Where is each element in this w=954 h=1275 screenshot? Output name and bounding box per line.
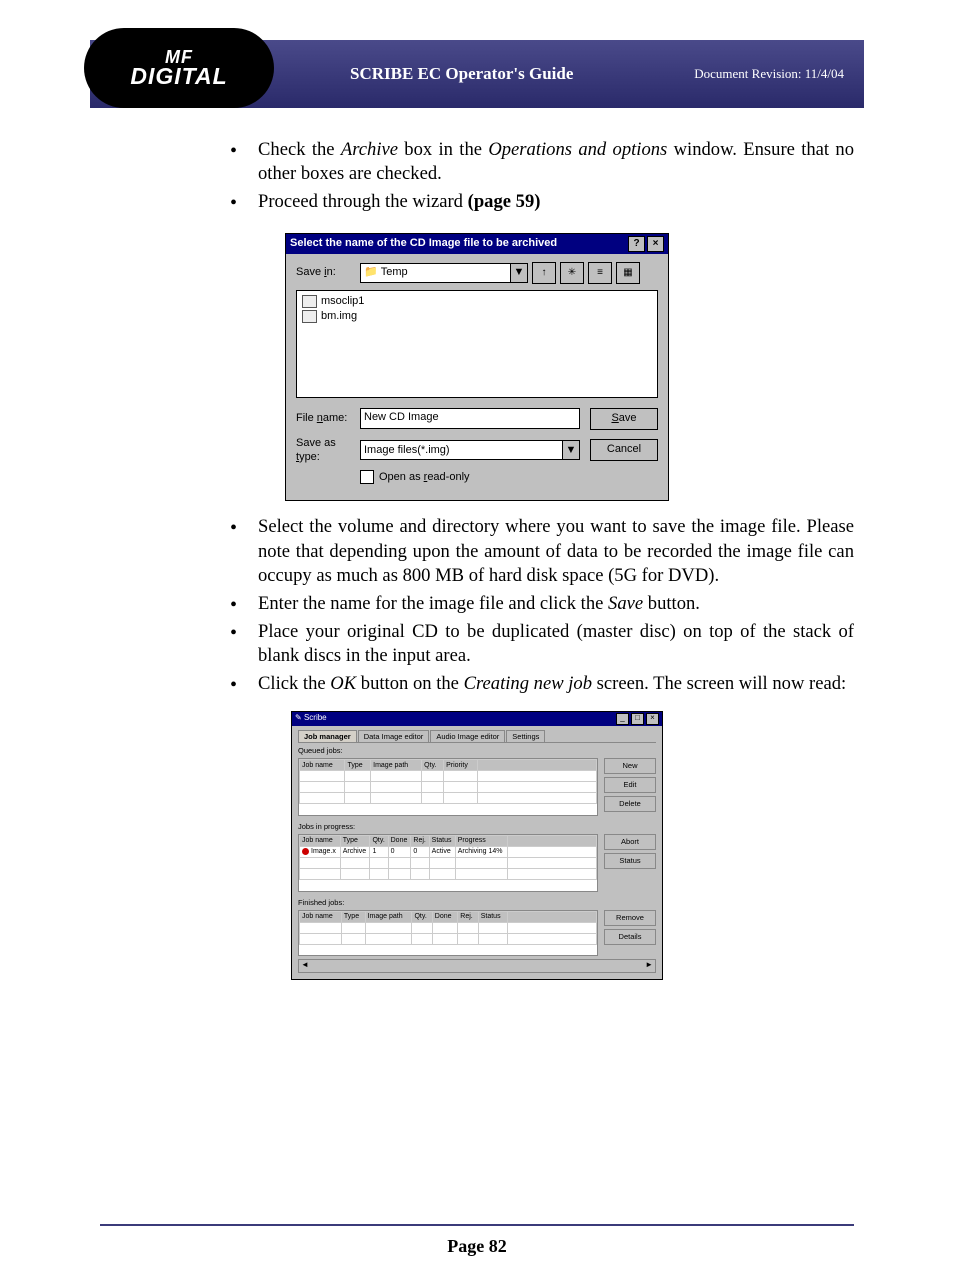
hscrollbar[interactable]: ◄► [298,959,656,973]
save-dialog-titlebar: Select the name of the CD Image file to … [286,234,668,254]
maximize-button[interactable]: □ [631,713,644,725]
queued-grid[interactable]: Job nameTypeImage pathQty.Priority [298,758,598,816]
bullet-place-cd: Place your original CD to be duplicated … [230,620,854,668]
save-dialog: Select the name of the CD Image file to … [285,233,669,502]
chevron-down-icon[interactable]: ▼ [510,264,527,282]
help-button[interactable]: ? [628,236,645,252]
delete-job-button[interactable]: Delete [604,796,656,812]
tab-audio-image[interactable]: Audio Image editor [430,730,505,743]
file-name-input[interactable]: New CD Image [360,408,580,429]
minimize-button[interactable]: _ [616,713,629,725]
new-job-button[interactable]: New [604,758,656,774]
finished-label: Finished jobs: [298,898,656,908]
app-icon: ✎ [295,713,302,723]
file-list[interactable]: msoclip1 bm.img [296,290,658,398]
folder-icon: 📁 [364,265,378,279]
save-button[interactable]: Save [590,408,658,430]
save-in-label: Save in: [296,265,360,279]
scribe-titlebar: ✎ Scribe _ □ × [292,712,662,726]
mf-digital-logo: MFDIGITAL [84,28,274,108]
tab-job-manager[interactable]: Job manager [298,730,357,743]
file-name-label: File name: [296,411,360,425]
bullet-enter-name: Enter the name for the image file and cl… [230,592,854,616]
new-folder-button[interactable]: ✳ [560,262,584,284]
list-item[interactable]: bm.img [302,309,652,324]
close-button[interactable]: × [646,713,659,725]
doc-title: SCRIBE EC Operator's Guide [350,64,573,84]
folder-icon [302,295,317,308]
save-dialog-title: Select the name of the CD Image file to … [290,236,626,250]
status-dot-icon [302,848,309,855]
bullet-archive: Check the Archive box in the Operations … [230,138,854,186]
view-details-button[interactable]: ▦ [616,262,640,284]
doc-body: Check the Archive box in the Operations … [100,138,854,980]
chevron-down-icon[interactable]: ▼ [562,441,579,459]
list-item[interactable]: msoclip1 [302,294,652,309]
bullet-wizard: Proceed through the wizard (page 59) [230,190,854,214]
remove-button[interactable]: Remove [604,910,656,926]
table-row[interactable]: Image.xArchive100ActiveArchiving 14% [300,846,597,857]
bullet-click-ok: Click the OK button on the Creating new … [230,672,854,696]
tab-data-image[interactable]: Data Image editor [358,730,430,743]
queued-label: Queued jobs: [298,746,656,756]
doc-header: MFDIGITAL SCRIBE EC Operator's Guide Doc… [90,40,864,108]
save-type-label: Save as type: [296,436,360,465]
details-button[interactable]: Details [604,929,656,945]
readonly-label: Open as read-only [379,470,470,484]
file-icon [302,310,317,323]
abort-button[interactable]: Abort [604,834,656,850]
scribe-window: ✎ Scribe _ □ × Job manager Data Image ed… [291,711,663,980]
status-button[interactable]: Status [604,853,656,869]
edit-job-button[interactable]: Edit [604,777,656,793]
save-type-combo[interactable]: Image files(*.img) ▼ [360,440,580,460]
save-in-combo[interactable]: 📁 Temp ▼ [360,263,528,283]
tab-settings[interactable]: Settings [506,730,545,743]
page-number: Page 82 [0,1236,954,1257]
up-folder-button[interactable]: ↑ [532,262,556,284]
readonly-checkbox[interactable] [360,470,374,484]
doc-footer: Page 82 [0,1224,954,1257]
tab-strip: Job manager Data Image editor Audio Imag… [298,730,656,744]
bullet-select-volume: Select the volume and directory where yo… [230,515,854,588]
progress-grid[interactable]: Job nameTypeQty.DoneRej.StatusProgress I… [298,834,598,892]
close-button[interactable]: × [647,236,664,252]
cancel-button[interactable]: Cancel [590,439,658,461]
finished-grid[interactable]: Job nameTypeImage pathQty.DoneRej.Status [298,910,598,956]
progress-label: Jobs in progress: [298,822,656,832]
doc-revision: Document Revision: 11/4/04 [694,66,844,82]
view-list-button[interactable]: ≡ [588,262,612,284]
